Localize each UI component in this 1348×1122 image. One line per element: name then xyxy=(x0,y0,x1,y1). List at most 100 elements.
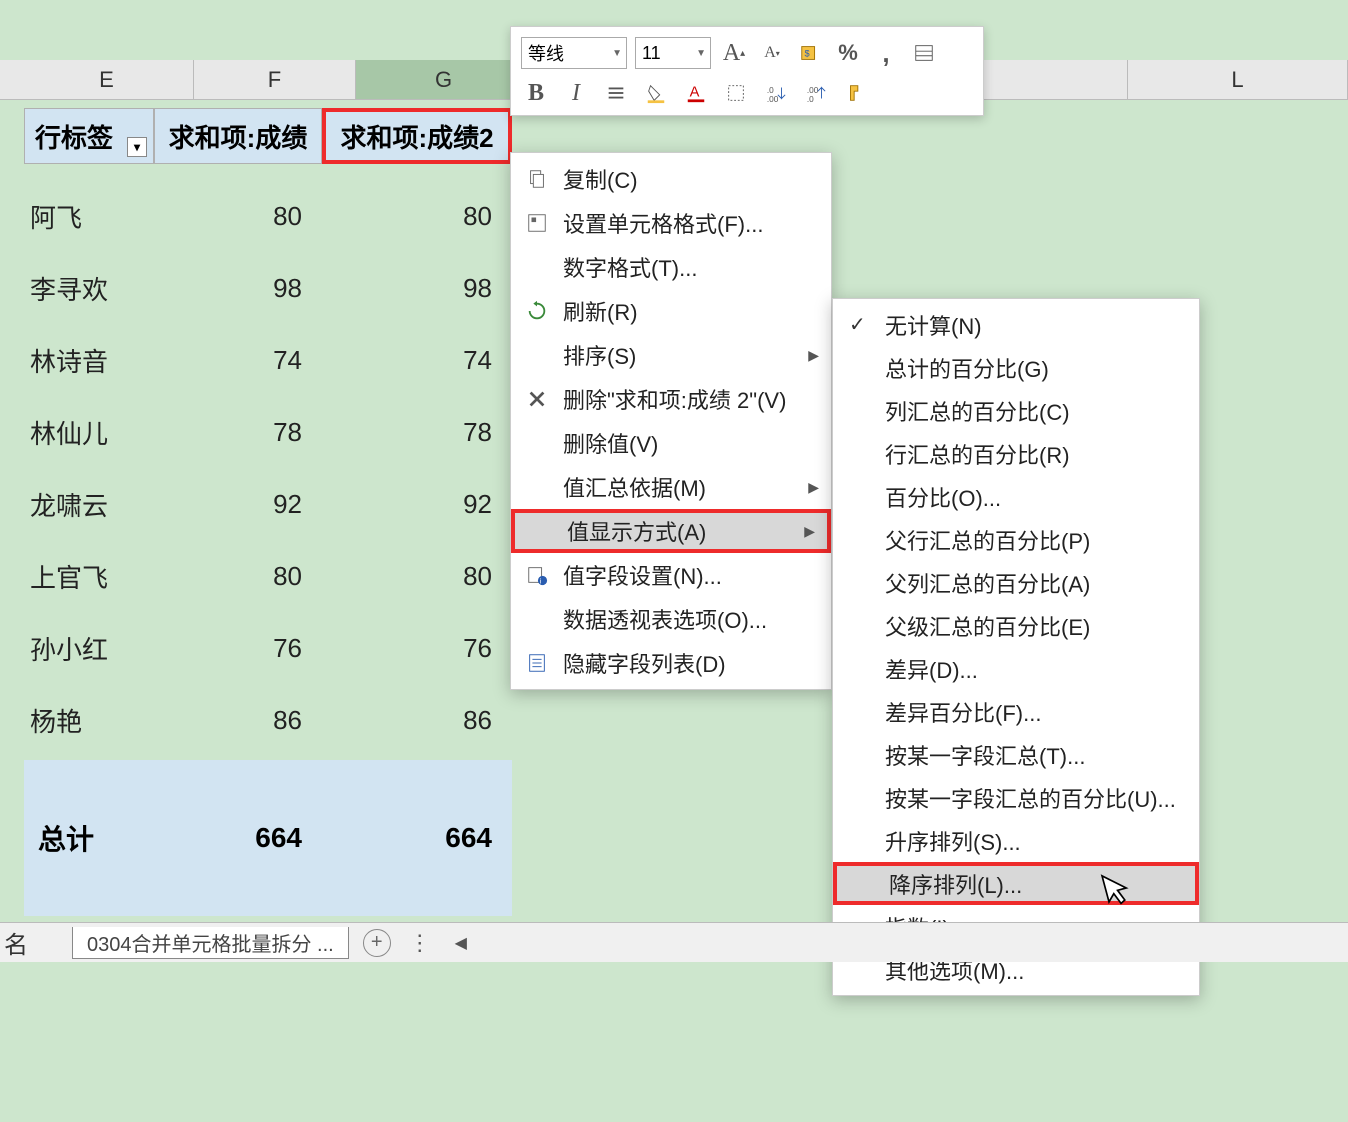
decrease-decimal-icon[interactable]: .00.0 xyxy=(801,78,831,108)
submenu-diff[interactable]: 差异(D)... xyxy=(833,647,1199,690)
sheet-tab[interactable]: 0304合并单元格批量拆分 ... xyxy=(72,927,349,959)
pivot-sum2-header[interactable]: 求和项:成绩2 xyxy=(322,108,512,164)
row-val2: 74 xyxy=(322,345,512,376)
format-cells-icon xyxy=(523,209,551,237)
submenu-label: 父列汇总的百分比(A) xyxy=(885,567,1090,599)
accounting-format-icon[interactable]: $ xyxy=(795,38,825,68)
row-label-dropdown-icon[interactable]: ▾ xyxy=(127,137,147,157)
menu-show-values-as[interactable]: 值显示方式(A)▶ xyxy=(511,509,831,553)
format-painter-icon[interactable] xyxy=(841,78,871,108)
pivot-sum1-header[interactable]: 求和项:成绩 xyxy=(154,108,322,164)
table-row[interactable]: 上官飞8080 xyxy=(24,540,512,612)
font-size-dropdown[interactable]: 11▼ xyxy=(635,37,711,69)
italic-icon[interactable]: I xyxy=(561,78,591,108)
menu-format-cells[interactable]: 设置单元格格式(F)... xyxy=(511,201,831,245)
menu-delete-field[interactable]: 删除"求和项:成绩 2"(V) xyxy=(511,377,831,421)
submenu-label: 按某一字段汇总(T)... xyxy=(885,739,1085,771)
menu-value-field-settings[interactable]: i值字段设置(N)... xyxy=(511,553,831,597)
table-row[interactable]: 阿飞8080 xyxy=(24,180,512,252)
submenu-no-calc[interactable]: ✓无计算(N) xyxy=(833,303,1199,346)
align-icon[interactable] xyxy=(601,78,631,108)
borders-icon[interactable] xyxy=(721,78,751,108)
submenu-running-total[interactable]: 按某一字段汇总(T)... xyxy=(833,733,1199,776)
font-name-dropdown[interactable]: 等线▼ xyxy=(521,37,627,69)
submenu-rank-asc[interactable]: 升序排列(S)... xyxy=(833,819,1199,862)
row-val1: 80 xyxy=(154,561,322,592)
total-val2: 664 xyxy=(322,822,512,854)
field-list-icon xyxy=(523,649,551,677)
submenu-pct-col[interactable]: 列汇总的百分比(C) xyxy=(833,389,1199,432)
menu-label: 排序(S) xyxy=(563,339,636,371)
menu-hide-field-list[interactable]: 隐藏字段列表(D) xyxy=(511,641,831,685)
decrease-font-icon[interactable]: A▾ xyxy=(757,38,787,68)
table-row[interactable]: 李寻欢9898 xyxy=(24,252,512,324)
submenu-pct-of[interactable]: 百分比(O)... xyxy=(833,475,1199,518)
check-icon: ✓ xyxy=(849,312,866,337)
total-label: 总计 xyxy=(24,818,154,858)
row-val2: 78 xyxy=(322,417,512,448)
pivot-row-label-header[interactable]: 行标签 ▾ xyxy=(24,108,154,164)
menu-label: 数字格式(T)... xyxy=(563,251,697,283)
table-row[interactable]: 林仙儿7878 xyxy=(24,396,512,468)
submenu-pct-row[interactable]: 行汇总的百分比(R) xyxy=(833,432,1199,475)
font-color-icon[interactable]: A xyxy=(681,78,711,108)
svg-text:A: A xyxy=(690,85,700,101)
percent-format-icon[interactable]: % xyxy=(833,38,863,68)
refresh-icon xyxy=(523,297,551,325)
scroll-left-icon[interactable]: ◀ xyxy=(451,933,471,953)
menu-refresh[interactable]: 刷新(R) xyxy=(511,289,831,333)
submenu-pct-diff[interactable]: 差异百分比(F)... xyxy=(833,690,1199,733)
submenu-pct-parent-col[interactable]: 父列汇总的百分比(A) xyxy=(833,561,1199,604)
menu-summarize-by[interactable]: 值汇总依据(M)▶ xyxy=(511,465,831,509)
row-val1: 92 xyxy=(154,489,322,520)
submenu-label: 行汇总的百分比(R) xyxy=(885,438,1070,470)
menu-delete-value[interactable]: 删除值(V) xyxy=(511,421,831,465)
fill-color-icon[interactable] xyxy=(641,78,671,108)
row-val2: 80 xyxy=(322,561,512,592)
table-row[interactable]: 龙啸云9292 xyxy=(24,468,512,540)
row-val1: 74 xyxy=(154,345,322,376)
row-val1: 80 xyxy=(154,201,322,232)
submenu-label: 列汇总的百分比(C) xyxy=(885,395,1070,427)
menu-label: 值汇总依据(M) xyxy=(563,471,706,503)
row-val1: 78 xyxy=(154,417,322,448)
menu-pivot-options[interactable]: 数据透视表选项(O)... xyxy=(511,597,831,641)
sheet-tab-options-icon[interactable]: ⋮ xyxy=(409,930,431,956)
col-header-l[interactable]: L xyxy=(1128,60,1348,99)
partial-tab-text: 名 xyxy=(4,925,28,960)
menu-number-format[interactable]: 数字格式(T)... xyxy=(511,245,831,289)
increase-font-icon[interactable]: A▴ xyxy=(719,38,749,68)
col-header-g[interactable]: G xyxy=(356,60,532,99)
row-name: 林诗音 xyxy=(24,342,154,379)
pivot-row-label-text: 行标签 xyxy=(35,118,113,155)
table-row[interactable]: 杨艳8686 xyxy=(24,684,512,756)
menu-sort[interactable]: 排序(S)▶ xyxy=(511,333,831,377)
menu-label: 刷新(R) xyxy=(563,295,638,327)
submenu-label: 降序排列(L)... xyxy=(889,868,1022,900)
submenu-label: 差异(D)... xyxy=(885,653,978,685)
menu-label: 删除"求和项:成绩 2"(V) xyxy=(563,383,786,415)
pivot-total-row[interactable]: 总计 664 664 xyxy=(24,760,512,916)
col-header-edge xyxy=(0,60,20,99)
submenu-pct-parent[interactable]: 父级汇总的百分比(E) xyxy=(833,604,1199,647)
increase-decimal-icon[interactable]: .0.00 xyxy=(761,78,791,108)
row-val1: 76 xyxy=(154,633,322,664)
submenu-pct-parent-row[interactable]: 父行汇总的百分比(P) xyxy=(833,518,1199,561)
mini-toolbar: 等线▼ 11▼ A▴ A▾ $ % , B I A .0.00 .00.0 xyxy=(510,26,984,116)
comma-format-icon[interactable]: , xyxy=(871,38,901,68)
total-val1: 664 xyxy=(154,822,322,854)
bold-icon[interactable]: B xyxy=(521,78,551,108)
format-as-table-icon[interactable] xyxy=(909,38,939,68)
submenu-pct-grand[interactable]: 总计的百分比(G) xyxy=(833,346,1199,389)
col-header-f[interactable]: F xyxy=(194,60,356,99)
table-row[interactable]: 林诗音7474 xyxy=(24,324,512,396)
menu-copy[interactable]: 复制(C) xyxy=(511,157,831,201)
add-sheet-button[interactable]: + xyxy=(363,929,391,957)
submenu-rank-desc[interactable]: 降序排列(L)... xyxy=(833,862,1199,905)
chevron-down-icon: ▼ xyxy=(696,48,706,59)
table-row[interactable]: 孙小红7676 xyxy=(24,612,512,684)
col-header-e[interactable]: E xyxy=(20,60,194,99)
copy-icon xyxy=(523,165,551,193)
submenu-pct-running[interactable]: 按某一字段汇总的百分比(U)... xyxy=(833,776,1199,819)
row-name: 林仙儿 xyxy=(24,414,154,451)
